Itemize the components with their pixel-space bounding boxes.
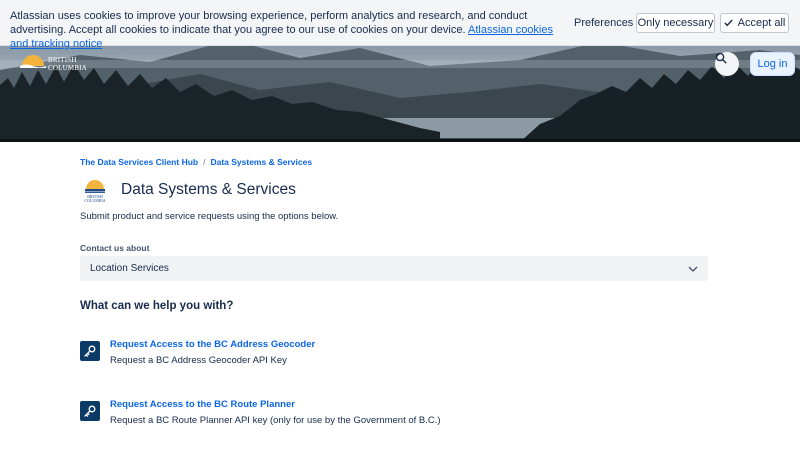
bc-logo-small: BRITISH COLUMBIA [80, 177, 110, 203]
check-icon [723, 19, 733, 27]
breadcrumb-data-systems[interactable]: Data Systems & Services [210, 157, 312, 167]
search-button[interactable] [715, 52, 739, 76]
cookie-message: Atlassian uses cookies to improve your b… [10, 9, 555, 51]
contact-select-value: Location Services [90, 263, 169, 274]
page-title: Data Systems & Services [121, 181, 296, 198]
breadcrumb: The Data Services Client Hub / Data Syst… [80, 157, 312, 167]
bc-logo-line2: COLUMBIA [48, 64, 87, 72]
contact-label: Contact us about [80, 243, 150, 253]
key-icon [84, 405, 96, 417]
bc-sun-icon [20, 55, 46, 68]
request-description: Request a BC Address Geocoder API Key [110, 355, 287, 366]
preferences-button[interactable]: Preferences [570, 12, 637, 34]
page-header: BRITISH COLUMBIA Data Systems & Services [80, 177, 296, 203]
page-subtitle: Submit product and service requests usin… [80, 211, 339, 222]
contact-select[interactable]: Location Services [80, 256, 708, 281]
request-description: Request a BC Route Planner API key (only… [110, 415, 441, 426]
bc-logo[interactable]: BRITISH COLUMBIA [20, 52, 90, 78]
request-title[interactable]: Request Access to the BC Route Planner [110, 399, 441, 410]
cookie-banner: Atlassian uses cookies to improve your b… [0, 0, 800, 50]
breadcrumb-separator: / [203, 157, 206, 167]
hero-divider [0, 139, 800, 142]
request-item-route-planner[interactable]: Request Access to the BC Route Planner R… [80, 399, 441, 426]
bc-logo-line1: BRITISH [48, 56, 77, 64]
bc-logo-text: BRITISH COLUMBIA [48, 56, 87, 72]
login-button[interactable]: Log in [750, 52, 795, 76]
request-icon [80, 401, 100, 421]
chevron-down-icon [688, 266, 698, 272]
request-item-geocoder[interactable]: Request Access to the BC Address Geocode… [80, 339, 315, 366]
search-icon [715, 52, 727, 64]
small-logo-line2: COLUMBIA [84, 198, 105, 203]
accept-all-label: Accept all [737, 17, 786, 29]
cookie-text: Atlassian uses cookies to improve your b… [10, 10, 528, 36]
only-necessary-button[interactable]: Only necessary [636, 13, 715, 33]
help-heading: What can we help you with? [80, 300, 234, 312]
key-icon [84, 345, 96, 357]
request-title[interactable]: Request Access to the BC Address Geocode… [110, 339, 315, 350]
accept-all-button[interactable]: Accept all [720, 13, 789, 33]
breadcrumb-client-hub[interactable]: The Data Services Client Hub [80, 157, 198, 167]
request-icon [80, 341, 100, 361]
bc-sun-icon: BRITISH COLUMBIA [84, 180, 106, 203]
